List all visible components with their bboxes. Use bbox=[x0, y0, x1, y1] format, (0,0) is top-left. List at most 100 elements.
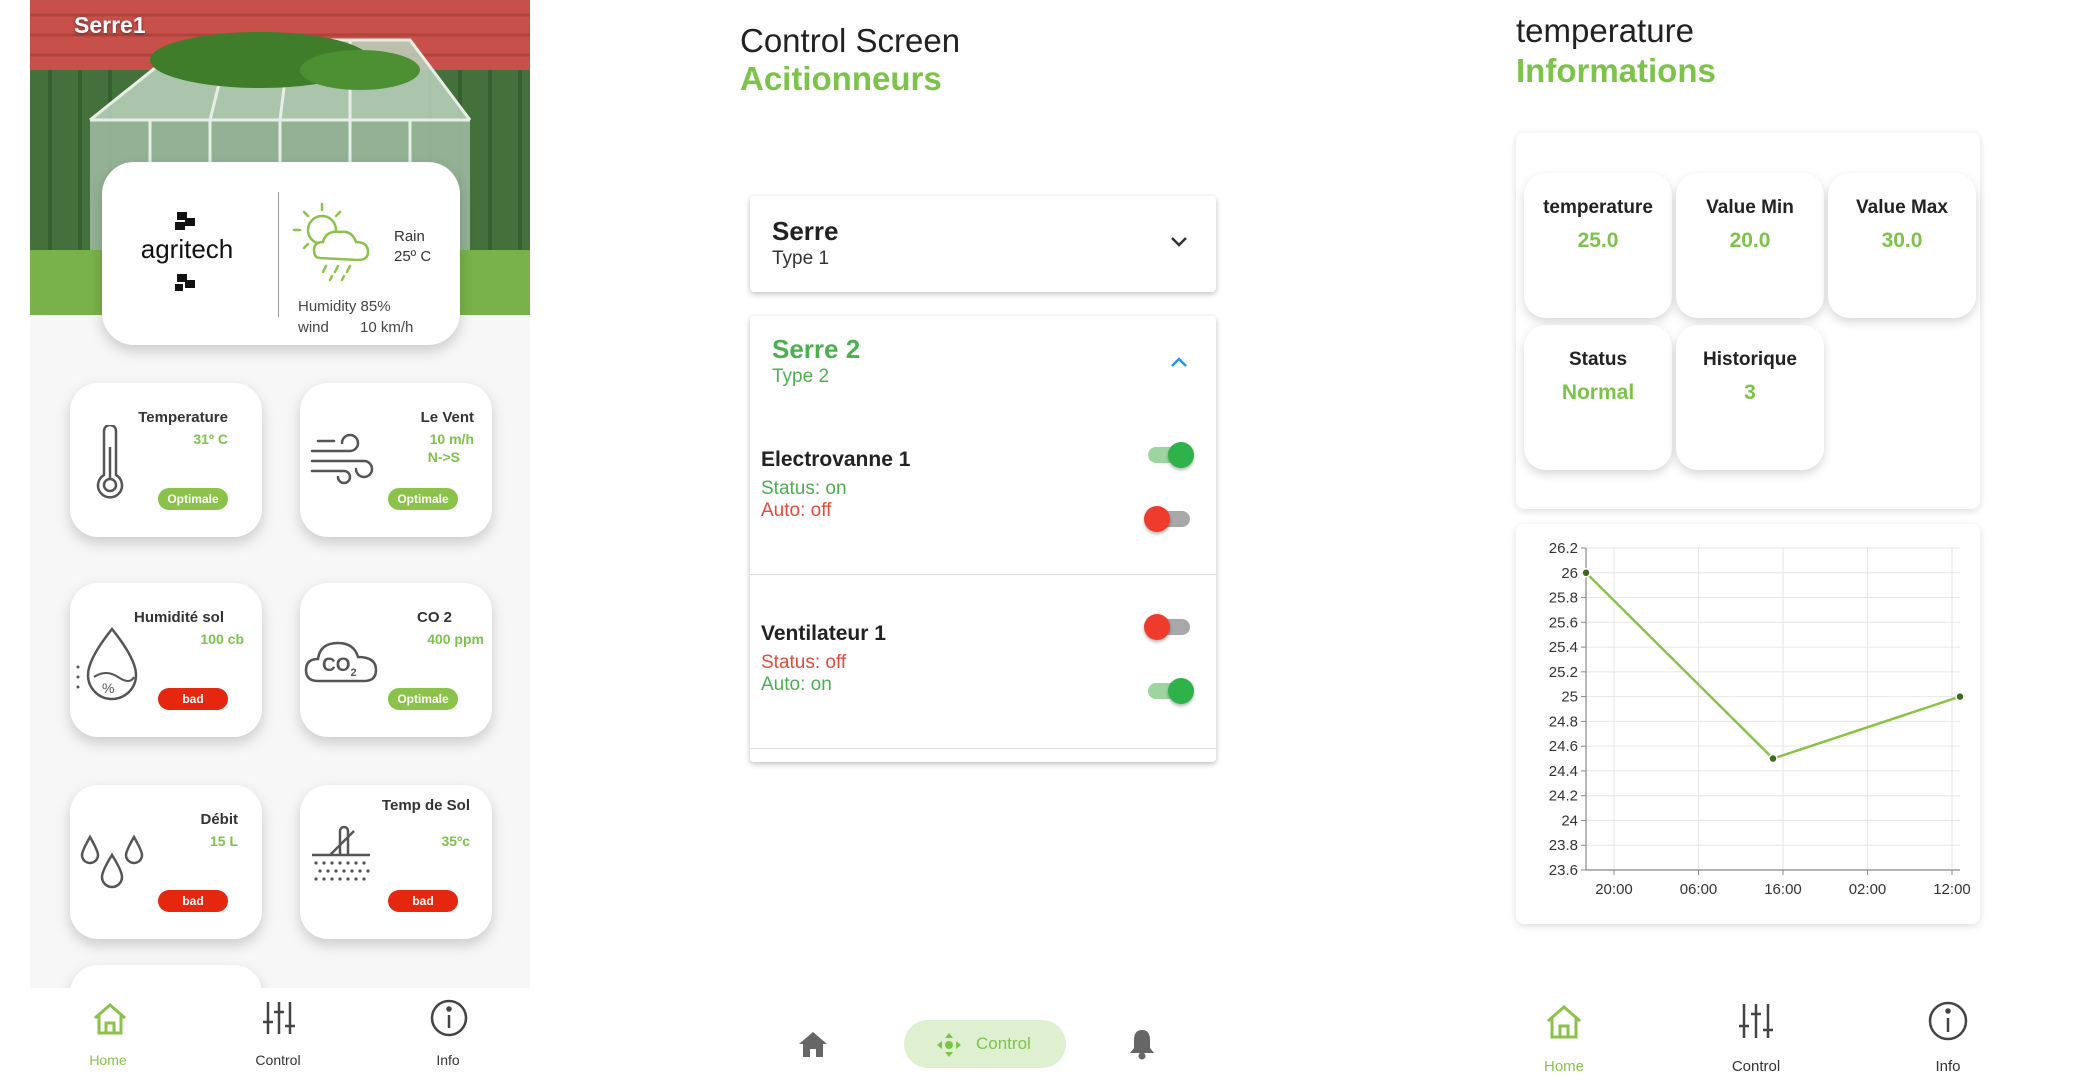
sensor-tile-temperature[interactable]: Temperature 31º C Optimale bbox=[70, 383, 262, 537]
nav-info[interactable]: Info bbox=[1898, 990, 1998, 1080]
y-tick-label: 25.2 bbox=[1549, 664, 1578, 681]
nav-info[interactable]: Info bbox=[398, 988, 498, 1080]
toggle-knob bbox=[1144, 614, 1170, 640]
actuator-name: Ventilateur 1 bbox=[761, 622, 886, 645]
control-bottom-nav: Control bbox=[710, 1010, 1270, 1080]
info-screen: temperature Informations temperature 25.… bbox=[1490, 0, 2099, 1080]
svg-text:%: % bbox=[102, 680, 114, 696]
actuator-status: Status: off bbox=[761, 652, 847, 673]
x-tick-label: 16:00 bbox=[1764, 881, 1802, 898]
group-type: Type 2 bbox=[772, 366, 830, 387]
y-tick-label: 25.8 bbox=[1549, 590, 1578, 607]
sensor-tile-soil-humidity[interactable]: % Humidité sol 100 cb bad bbox=[70, 583, 262, 737]
home-icon[interactable] bbox=[798, 1030, 828, 1058]
stat-card-history[interactable]: Historique 3 bbox=[1676, 325, 1824, 470]
y-tick-label: 24.6 bbox=[1549, 738, 1578, 755]
nav-home[interactable]: Home bbox=[1514, 990, 1614, 1080]
weather-condition: Rain bbox=[394, 228, 425, 245]
nav-control-label: Control bbox=[976, 1034, 1031, 1053]
x-tick-label: 02:00 bbox=[1849, 881, 1887, 898]
x-tick-label: 20:00 bbox=[1595, 881, 1633, 898]
tile-label: Le Vent bbox=[420, 409, 474, 426]
auto-toggle[interactable] bbox=[1146, 678, 1194, 704]
stat-label: Value Max bbox=[1856, 197, 1948, 218]
info-icon bbox=[430, 999, 468, 1037]
info-icon bbox=[1928, 1001, 1968, 1041]
sensor-tile-flow[interactable]: Débit 15 L bad bbox=[70, 785, 262, 939]
sensor-tile-soil-temperature[interactable]: Temp de Sol 35ºc bad bbox=[300, 785, 492, 939]
chevron-down-icon[interactable] bbox=[1170, 236, 1188, 248]
series-line bbox=[1585, 571, 1961, 760]
home-screen: Serre1 agritech Rain 25º C Humidity 85% … bbox=[30, 0, 530, 1080]
y-tick-label: 25 bbox=[1561, 689, 1578, 706]
sensor-tile-wind[interactable]: Le Vent 10 m/h N->S Optimale bbox=[300, 383, 492, 537]
status-badge: Optimale bbox=[388, 488, 458, 510]
soil-temperature-icon bbox=[310, 825, 372, 896]
toggle-knob bbox=[1168, 678, 1194, 704]
water-drops-icon bbox=[80, 829, 144, 898]
status-badge: bad bbox=[388, 890, 458, 912]
y-tick-label: 24 bbox=[1561, 812, 1578, 829]
group-header[interactable]: Serre 2 Type 2 bbox=[750, 316, 1216, 400]
cloud-sun-icon bbox=[290, 200, 380, 285]
actuator-auto: Auto: off bbox=[761, 500, 832, 521]
tile-value: 10 m/h bbox=[429, 431, 474, 447]
actuator-name: Electrovanne 1 bbox=[761, 448, 911, 471]
sensor-tile-co2[interactable]: CO2 CO 2 400 ppm Optimale bbox=[300, 583, 492, 737]
toggle-knob bbox=[1168, 442, 1194, 468]
data-point bbox=[1768, 753, 1778, 764]
nav-home[interactable]: Home bbox=[58, 988, 158, 1080]
home-bottom-nav: Home Control Info bbox=[30, 988, 530, 1080]
tile-value: 100 cb bbox=[200, 631, 244, 647]
nav-info-label: Info bbox=[1935, 1058, 1961, 1075]
weather-temperature: 25º C bbox=[394, 248, 432, 265]
nav-control-active[interactable]: Control bbox=[904, 1020, 1066, 1068]
tile-label: Temperature bbox=[138, 409, 228, 426]
agritech-logo: agritech bbox=[132, 212, 242, 292]
nav-control[interactable]: Control bbox=[228, 988, 328, 1080]
group-name: Serre 2 bbox=[772, 334, 861, 364]
stat-card-max: Value Max 30.0 bbox=[1828, 173, 1976, 318]
auto-toggle[interactable] bbox=[1144, 506, 1192, 532]
weather-card: agritech Rain 25º C Humidity 85% wind 10… bbox=[102, 162, 460, 345]
co2-glyph: CO2 bbox=[322, 655, 357, 679]
tile-label: Temp de Sol bbox=[381, 797, 470, 814]
tile-value: 400 ppm bbox=[427, 631, 484, 647]
stat-label: Status bbox=[1568, 349, 1628, 370]
info-bottom-nav: Home Control Info bbox=[1490, 990, 2099, 1080]
nav-home-label: Home bbox=[89, 1052, 127, 1068]
stat-label: Value Min bbox=[1706, 197, 1794, 218]
soil-humidity-icon: % bbox=[76, 623, 140, 708]
control-screen: Control Screen Acitionneurs Serre Type 1… bbox=[710, 0, 1270, 1080]
y-tick-label: 24.4 bbox=[1549, 763, 1578, 780]
y-tick-label: 23.8 bbox=[1549, 837, 1578, 854]
status-toggle[interactable] bbox=[1146, 442, 1194, 468]
x-tick-label: 12:00 bbox=[1933, 881, 1971, 898]
status-toggle[interactable] bbox=[1144, 614, 1192, 640]
stat-label: temperature bbox=[1543, 197, 1653, 218]
y-tick-label: 26.2 bbox=[1549, 540, 1578, 557]
y-tick-label: 25.4 bbox=[1549, 639, 1578, 656]
stat-value: 25.0 bbox=[1577, 229, 1619, 252]
tile-value: 15 L bbox=[209, 833, 238, 849]
sliders-icon bbox=[263, 1002, 295, 1034]
group-type: Type 1 bbox=[772, 248, 830, 269]
status-badge: Optimale bbox=[388, 688, 458, 710]
group-card-serre[interactable]: Serre Type 1 bbox=[750, 196, 1216, 292]
stats-panel: temperature 25.0 Value Min 20.0 Value Ma… bbox=[1516, 133, 1980, 509]
data-point bbox=[1581, 568, 1591, 578]
weather-humidity: Humidity 85% bbox=[298, 298, 391, 315]
control-move-icon bbox=[937, 1033, 961, 1057]
sliders-icon bbox=[1739, 1004, 1773, 1038]
nav-control[interactable]: Control bbox=[1706, 990, 1806, 1080]
actuator-row: Ventilateur 1 Status: off Auto: on bbox=[750, 574, 1216, 749]
actuator-auto: Auto: on bbox=[761, 674, 832, 695]
tile-value: 35ºc bbox=[441, 833, 470, 849]
stat-value: Normal bbox=[1561, 381, 1635, 404]
page-subtitle: Informations bbox=[1516, 52, 1716, 89]
bell-icon[interactable] bbox=[1128, 1028, 1156, 1060]
home-icon bbox=[94, 1003, 126, 1035]
y-tick-label: 26 bbox=[1561, 565, 1578, 582]
stat-label: Historique bbox=[1703, 349, 1797, 370]
chevron-up-icon[interactable] bbox=[1170, 356, 1188, 368]
